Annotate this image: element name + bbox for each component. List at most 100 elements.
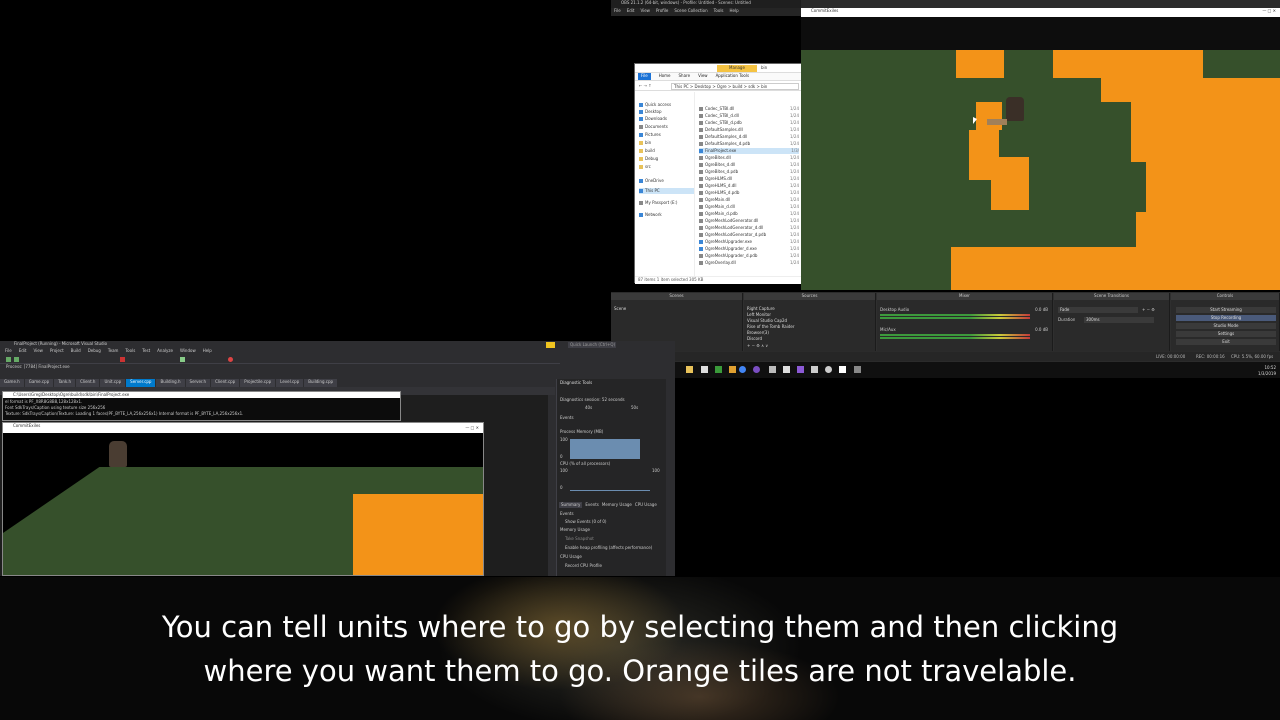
diag-tab-events[interactable]: Events	[585, 502, 599, 508]
nav-bin[interactable]: bin	[639, 140, 694, 146]
game-window-preview[interactable]: CommitExiles — □ ✕	[801, 8, 1280, 290]
obs-icon[interactable]	[753, 366, 760, 373]
diag-tab-cpu[interactable]: CPU Usage	[635, 502, 657, 508]
window-controls[interactable]: — □ ✕	[1262, 8, 1276, 14]
vs-menu-edit[interactable]: Edit	[19, 348, 27, 355]
record-cpu-button[interactable]: Record CPU Profile	[565, 563, 602, 569]
file-item[interactable]: DefaultSamples.dll 1/24	[699, 127, 799, 133]
duration-input[interactable]: 300ms	[1084, 317, 1154, 323]
visual-studio-icon[interactable]	[797, 366, 804, 373]
vs-process-selector[interactable]: Process: [7784] FinalProject.exe	[0, 364, 560, 372]
nav-build[interactable]: build	[639, 148, 694, 154]
vs-menu-test[interactable]: Test	[142, 348, 150, 355]
heap-profiling-checkbox[interactable]: Enable heap profiling (affects performan…	[565, 545, 652, 551]
app-icon[interactable]	[811, 366, 818, 373]
nav-this-pc[interactable]: This PC	[639, 188, 694, 194]
nav-arrows-icon[interactable]: ← → ↑	[639, 83, 652, 89]
source-item[interactable]: Discord	[747, 336, 762, 342]
file-item[interactable]: OgreHLMS_d.dll 1/24	[699, 183, 799, 189]
vs-menu-project[interactable]: Project	[50, 348, 64, 355]
file-item[interactable]: OgreMain.dll 1/24	[699, 197, 799, 203]
explorer-address-bar[interactable]: This PC > Desktop > Ogre > build > sdk >…	[671, 83, 799, 90]
file-item[interactable]: OgreMain_d.pdb 1/24	[699, 211, 799, 217]
vs-menu-file[interactable]: File	[5, 348, 12, 355]
file-item[interactable]: OgreBites_d.dll 1/24	[699, 162, 799, 168]
file-item[interactable]: Codec_STBI_d.pdb 1/24	[699, 120, 799, 126]
obs-menu-file[interactable]: File	[614, 8, 621, 16]
file-item[interactable]: OgreBites.dll 1/24	[699, 155, 799, 161]
taskbar-clock[interactable]: 10:52 1/3/2019	[1258, 365, 1276, 377]
scene-item[interactable]: Scene	[614, 306, 626, 312]
file-item[interactable]: OgreMeshLodGenerator_d.pdb 1/24	[699, 232, 799, 238]
vs-menu-view[interactable]: View	[33, 348, 43, 355]
back-icon[interactable]	[6, 357, 11, 362]
tab-building-h[interactable]: Building.h	[156, 379, 185, 387]
obs-menu-tools[interactable]: Tools	[714, 8, 724, 16]
file-item[interactable]: OgreMeshLodGenerator.dll 1/24	[699, 218, 799, 224]
forward-icon[interactable]	[14, 357, 19, 362]
obs-menu-view[interactable]: View	[640, 8, 650, 16]
nav-quick-access[interactable]: Quick access	[639, 102, 694, 108]
tab-client-h[interactable]: Client.h	[76, 379, 100, 387]
vs-menu-help[interactable]: Help	[203, 348, 212, 355]
ribbon-home[interactable]: Home	[659, 73, 671, 80]
tab-unit-cpp[interactable]: Unit.cpp	[100, 379, 126, 387]
app-icon[interactable]	[729, 366, 736, 373]
vs-menu-build[interactable]: Build	[71, 348, 81, 355]
vs-menu-window[interactable]: Window	[180, 348, 196, 355]
app-icon[interactable]	[769, 366, 776, 373]
ribbon-share[interactable]: Share	[679, 73, 691, 80]
tab-server-h[interactable]: Server.h	[185, 379, 211, 387]
game-scene[interactable]	[801, 17, 1280, 290]
nav-downloads[interactable]: Downloads	[639, 116, 694, 122]
nav-network[interactable]: Network	[639, 212, 694, 218]
file-explorer-icon[interactable]	[686, 366, 693, 373]
file-item[interactable]: OgreMeshUpgrader_d.exe 1/24	[699, 246, 799, 252]
stop-recording-button[interactable]: Stop Recording	[1176, 315, 1276, 321]
app-icon[interactable]	[783, 366, 790, 373]
start-streaming-button[interactable]: Start Streaming	[1176, 307, 1276, 313]
file-item[interactable]: OgreMeshLodGenerator_d.dll 1/24	[699, 225, 799, 231]
obs-menu-help[interactable]: Help	[730, 8, 739, 16]
nav-pictures[interactable]: Pictures	[639, 132, 694, 138]
file-item[interactable]: OgreBites_d.pdb 1/24	[699, 169, 799, 175]
stop-debug-icon[interactable]	[120, 357, 125, 362]
transition-select[interactable]: Fade	[1058, 307, 1138, 313]
obs-menu-scene-collection[interactable]: Scene Collection	[674, 8, 707, 16]
vs-menu-team[interactable]: Team	[108, 348, 119, 355]
store-icon[interactable]	[701, 366, 708, 373]
continue-icon[interactable]	[180, 357, 185, 362]
app-icon[interactable]	[825, 366, 832, 373]
file-item[interactable]: DefaultSamples_d.dll 1/24	[699, 134, 799, 140]
nav-onedrive[interactable]: OneDrive	[639, 178, 694, 184]
tab-server-cpp[interactable]: Server.cpp	[126, 379, 156, 387]
vs-menu-debug[interactable]: Debug	[88, 348, 101, 355]
take-snapshot-button[interactable]: Take Snapshot	[565, 536, 594, 542]
tab-client-cpp[interactable]: Client.cpp	[211, 379, 240, 387]
vs-menu-tools[interactable]: Tools	[125, 348, 135, 355]
app-icon[interactable]	[715, 366, 722, 373]
unit-sprite-icon[interactable]	[1006, 97, 1024, 121]
settings-button[interactable]: Settings	[1176, 331, 1276, 337]
game-window[interactable]: CommitExiles — □ ✕	[2, 422, 484, 576]
ribbon-view[interactable]: View	[698, 73, 708, 80]
chrome-icon[interactable]	[739, 366, 746, 373]
file-item[interactable]: OgreMeshUpgrader.exe 1/24	[699, 239, 799, 245]
app-icon[interactable]	[854, 366, 861, 373]
diag-tab-memory[interactable]: Memory Usage	[602, 502, 632, 508]
ribbon-application-tools[interactable]: Application Tools	[716, 73, 749, 80]
unit-sprite-icon[interactable]	[109, 441, 127, 467]
file-item[interactable]: Codec_STBI.dll 1/24	[699, 106, 799, 112]
file-item[interactable]: OgreOverlay.dll 1/24	[699, 260, 799, 266]
source-controls-icon[interactable]: + − ⚙ ∧ ∨	[747, 343, 768, 349]
file-item[interactable]: OgreMeshUpgrader_d.pdb 1/24	[699, 253, 799, 259]
obs-menu-edit[interactable]: Edit	[627, 8, 635, 16]
tab-building-cpp[interactable]: Building.cpp	[304, 379, 338, 387]
file-item[interactable]: OgreHLMS_d.pdb 1/24	[699, 190, 799, 196]
show-events-link[interactable]: Show Events (0 of 0)	[565, 519, 607, 525]
obs-menu-profile[interactable]: Profile	[656, 8, 668, 16]
app-icon[interactable]	[839, 366, 846, 373]
file-item[interactable]: Codec_STBI_d.dll 1/24	[699, 113, 799, 119]
diag-tab-summary[interactable]: Summary	[559, 502, 583, 508]
file-item[interactable]: DefaultSamples_d.pdb 1/24	[699, 141, 799, 147]
